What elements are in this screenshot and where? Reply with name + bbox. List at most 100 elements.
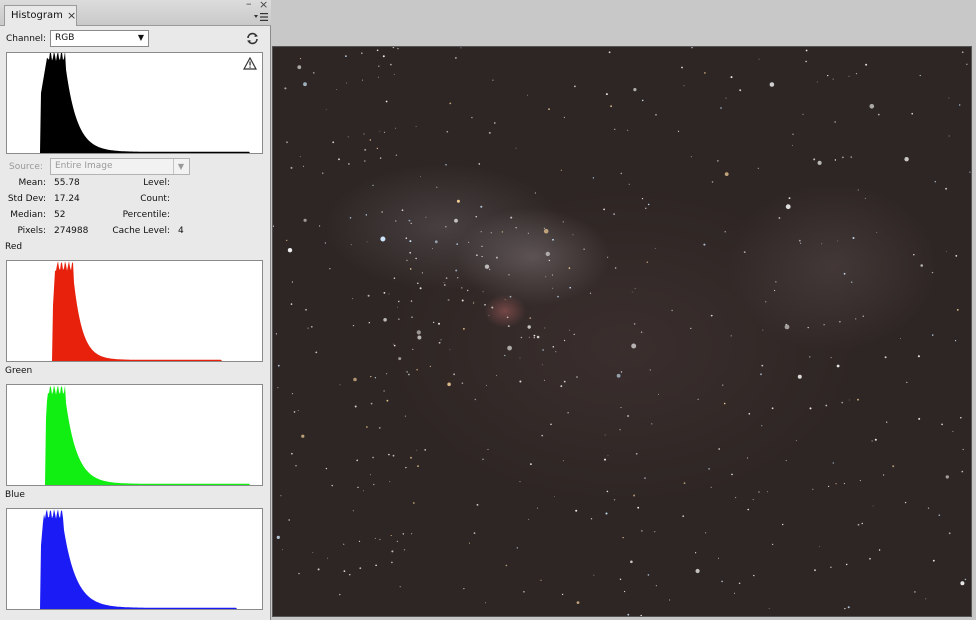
channel-select[interactable]: RGB ▼ (50, 30, 149, 47)
star (280, 495, 282, 497)
star (297, 410, 299, 412)
star (506, 316, 509, 319)
star (424, 449, 427, 451)
star (605, 93, 608, 96)
star (832, 78, 834, 80)
star (343, 543, 345, 545)
star (315, 351, 318, 354)
star (319, 225, 321, 227)
star (843, 272, 846, 275)
tab-histogram[interactable]: Histogram × (4, 5, 77, 26)
star (734, 592, 736, 594)
star (388, 293, 390, 295)
star (904, 501, 907, 504)
star (575, 509, 578, 512)
star (640, 614, 642, 616)
star (284, 87, 287, 90)
star (843, 482, 846, 485)
chevron-down-icon: ▼ (137, 33, 144, 42)
star (583, 248, 585, 250)
panel-minimize-icon[interactable]: – (246, 0, 252, 10)
star (919, 74, 921, 77)
star (488, 131, 491, 134)
star (393, 343, 394, 345)
star (350, 244, 352, 246)
star (484, 304, 486, 306)
tab-close-icon[interactable]: × (67, 9, 76, 22)
star (482, 458, 484, 461)
star (530, 463, 532, 465)
star (408, 373, 410, 376)
star (543, 228, 549, 234)
star (717, 160, 719, 162)
star (807, 326, 809, 329)
panel-menu-icon[interactable] (254, 12, 268, 22)
star (307, 327, 309, 329)
source-label: Source: (9, 162, 43, 172)
star (823, 324, 825, 326)
star (730, 76, 733, 79)
star (845, 563, 848, 566)
star (562, 221, 564, 223)
warning-icon[interactable] (243, 57, 257, 70)
star (417, 282, 419, 285)
star (913, 254, 915, 256)
star (287, 248, 293, 253)
histogram-rgb (6, 52, 263, 154)
star-field (273, 47, 971, 616)
stddev-label: Std Dev: (7, 194, 46, 204)
star (453, 373, 455, 376)
star (564, 339, 566, 342)
star (644, 477, 646, 479)
nebula-image[interactable] (272, 46, 972, 617)
star (669, 599, 671, 601)
star (365, 214, 367, 216)
histogram-red-plot (7, 261, 262, 361)
star (376, 147, 378, 149)
star (461, 299, 464, 302)
refresh-icon[interactable] (246, 32, 259, 45)
star (747, 508, 749, 511)
star (640, 331, 643, 333)
star (527, 232, 529, 234)
star (276, 535, 280, 539)
star (619, 578, 622, 580)
histogram-red (6, 260, 263, 362)
star (369, 139, 371, 141)
star (496, 375, 498, 377)
star (395, 154, 398, 156)
panel-close-icon[interactable]: × (259, 0, 268, 11)
star (354, 405, 357, 408)
star (827, 74, 829, 77)
star (778, 217, 781, 219)
star (349, 217, 352, 219)
star (555, 351, 557, 353)
star (932, 334, 934, 336)
star (541, 434, 543, 437)
star (874, 438, 877, 441)
star (473, 301, 475, 303)
mean-value: 55.78 (54, 178, 80, 188)
star (855, 73, 858, 75)
star (416, 449, 418, 451)
star (797, 374, 802, 379)
star (501, 231, 504, 233)
star (434, 240, 438, 244)
star (440, 339, 442, 341)
star (682, 515, 685, 518)
star (325, 467, 328, 470)
star (552, 287, 554, 289)
star (835, 483, 837, 485)
star (782, 523, 784, 526)
star (540, 579, 542, 581)
star (528, 336, 530, 338)
star (620, 407, 622, 409)
histogram-green-plot (7, 385, 262, 485)
star (646, 261, 648, 263)
star (631, 343, 637, 349)
star (872, 505, 874, 507)
star (491, 306, 494, 309)
star (456, 199, 460, 203)
star (346, 82, 348, 84)
star (552, 238, 554, 241)
